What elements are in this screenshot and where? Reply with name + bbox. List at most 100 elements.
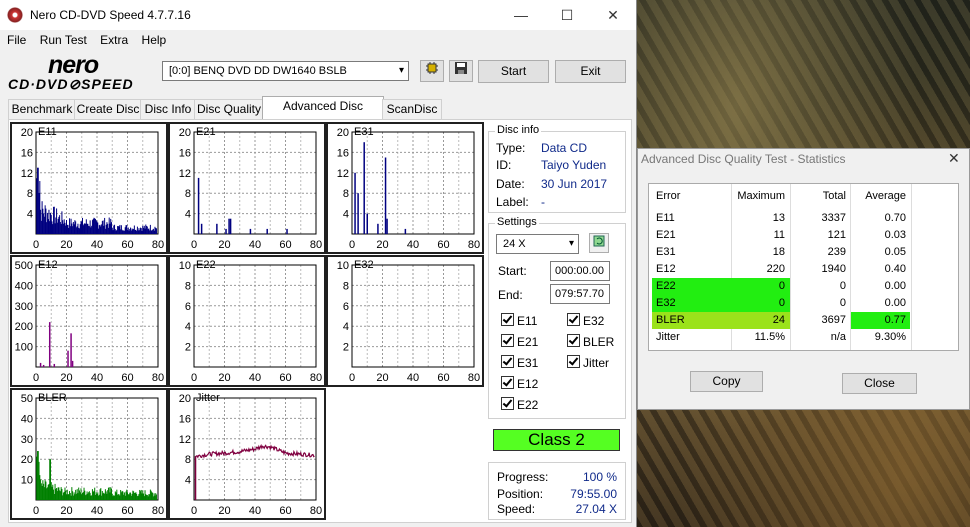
- main-window: Nero CD-DVD Speed 4.7.7.16 — ☐ ✕ File Ru…: [0, 0, 637, 527]
- checkbox-e12[interactable]: E12: [501, 376, 538, 392]
- start-field[interactable]: 000:00.00: [550, 261, 610, 281]
- refresh-icon[interactable]: [589, 233, 609, 253]
- save-icon[interactable]: [449, 60, 473, 82]
- close-icon[interactable]: ✕: [948, 150, 960, 167]
- exit-button[interactable]: Exit: [555, 60, 626, 83]
- x-tick-label: 20: [60, 372, 72, 384]
- chart-plot: 4 8 12 16 20 0 20 40 60 80: [21, 127, 164, 251]
- x-tick-label: 20: [376, 239, 388, 251]
- tab-advanced-disc-quality[interactable]: Advanced Disc Quality: [262, 96, 384, 132]
- y-tick-label: 100: [15, 342, 33, 354]
- y-tick-label: 200: [15, 321, 33, 333]
- class-badge: Class 2: [493, 429, 620, 451]
- drive-select[interactable]: [0:0] BENQ DVD DD DW1640 BSLB ▾: [162, 61, 409, 81]
- checkbox-bler[interactable]: BLER: [567, 334, 614, 350]
- tab-create-disc[interactable]: Create Disc: [74, 99, 142, 120]
- stats-row-e31: E31 18 239 0.05: [656, 246, 906, 258]
- y-tick-label: 16: [179, 413, 191, 425]
- tab-disc-info[interactable]: Disc Info: [140, 99, 196, 120]
- disc-date-label: Date:: [496, 177, 525, 191]
- chart-e22: 2 4 6 8 10 0 20 40 60 80 E22: [168, 255, 326, 387]
- y-tick-label: 8: [343, 280, 349, 292]
- y-tick-label: 4: [185, 475, 191, 487]
- speed-select[interactable]: 24 X ▾: [496, 234, 579, 254]
- x-tick-label: 40: [407, 239, 419, 251]
- checkbox-e31[interactable]: E31: [501, 355, 538, 371]
- y-tick-label: 2: [343, 342, 349, 354]
- x-tick-label: 20: [218, 372, 230, 384]
- settings-label: Settings: [495, 216, 539, 228]
- y-tick-label: 6: [343, 301, 349, 313]
- disc-date-value: 30 Jun 2017: [541, 177, 608, 191]
- tab-benchmark[interactable]: Benchmark: [8, 99, 76, 120]
- x-tick-label: 60: [121, 505, 133, 517]
- checkbox-e21[interactable]: E21: [501, 334, 538, 350]
- y-tick-label: 4: [185, 321, 191, 333]
- start-button[interactable]: Start: [478, 60, 549, 83]
- minimize-button[interactable]: —: [498, 0, 544, 30]
- disc-id-value: Taiyo Yuden: [541, 158, 607, 172]
- end-label: End:: [498, 288, 523, 302]
- close-button[interactable]: ✕: [590, 0, 636, 30]
- plot-frame: [351, 264, 475, 368]
- y-tick-label: 10: [179, 260, 191, 272]
- menu-file[interactable]: File: [7, 30, 26, 50]
- tab-disc-quality[interactable]: Disc Quality: [194, 99, 264, 120]
- y-tick-label: 20: [21, 127, 33, 139]
- chart-title: E21: [196, 126, 216, 138]
- plot-frame: [193, 131, 317, 235]
- chart-e32: 2 4 6 8 10 0 20 40 60 80 E32: [326, 255, 484, 387]
- menu-extra[interactable]: Extra: [100, 30, 128, 50]
- x-tick-label: 40: [249, 239, 261, 251]
- copy-button[interactable]: Copy: [690, 371, 763, 392]
- stats-row-bler: BLER 24 3697 0.77: [656, 314, 906, 326]
- title-bar: Nero CD-DVD Speed 4.7.7.16 — ☐ ✕: [0, 0, 636, 30]
- chip-icon[interactable]: [420, 60, 444, 82]
- y-tick-label: 400: [15, 280, 33, 292]
- y-tick-label: 4: [343, 209, 349, 221]
- tab-scandisc[interactable]: ScanDisc: [382, 99, 442, 120]
- menu-help[interactable]: Help: [142, 30, 167, 50]
- stats-row-e32: E32 0 0 0.00: [656, 297, 906, 309]
- maximize-button[interactable]: ☐: [544, 0, 590, 30]
- checkbox-e32[interactable]: E32: [567, 313, 604, 329]
- nero-app-icon: [7, 7, 23, 23]
- menu-run-test[interactable]: Run Test: [40, 30, 87, 50]
- checkbox-jitter[interactable]: Jitter: [567, 355, 609, 371]
- y-tick-label: 16: [21, 147, 33, 159]
- y-tick-label: 6: [185, 301, 191, 313]
- y-tick-label: 12: [179, 434, 191, 446]
- x-tick-label: 0: [191, 372, 197, 384]
- y-tick-label: 8: [185, 280, 191, 292]
- y-tick-label: 2: [185, 342, 191, 354]
- y-tick-label: 10: [337, 260, 349, 272]
- chart-plot: 4 8 12 16 20 0 20 40 60 80: [337, 127, 480, 251]
- x-tick-label: 0: [33, 505, 39, 517]
- chart-e21: 4 8 12 16 20 0 20 40 60 80 E21: [168, 122, 326, 254]
- position-row: Position: 79:55.00: [497, 487, 617, 501]
- x-tick-label: 80: [310, 239, 322, 251]
- end-field[interactable]: 079:57.70: [550, 284, 610, 304]
- x-tick-label: 20: [60, 505, 72, 517]
- start-label: Start:: [498, 264, 527, 278]
- disc-label-label: Label:: [496, 195, 529, 209]
- x-tick-label: 20: [60, 239, 72, 251]
- x-tick-label: 60: [437, 239, 449, 251]
- stats-close-button[interactable]: Close: [842, 373, 917, 394]
- checkbox-e11[interactable]: E11: [501, 313, 537, 329]
- chart-title: E12: [38, 259, 58, 271]
- plot-frame: [35, 397, 159, 501]
- x-tick-label: 80: [468, 239, 480, 251]
- nero-logo: nero CD·DVD⊘SPEED: [8, 51, 134, 92]
- x-tick-label: 60: [279, 372, 291, 384]
- y-tick-label: 20: [179, 127, 191, 139]
- y-tick-label: 8: [185, 188, 191, 200]
- speed-row: Speed: 27.04 X: [497, 502, 617, 516]
- y-tick-label: 8: [185, 454, 191, 466]
- y-tick-label: 12: [337, 168, 349, 180]
- x-tick-label: 40: [249, 372, 261, 384]
- checkbox-e22[interactable]: E22: [501, 397, 538, 413]
- stats-row-e22: E22 0 0 0.00: [656, 280, 906, 292]
- progress-row: Progress: 100 %: [497, 470, 617, 484]
- chart-plot: 2 4 6 8 10 0 20 40 60 80: [179, 260, 322, 384]
